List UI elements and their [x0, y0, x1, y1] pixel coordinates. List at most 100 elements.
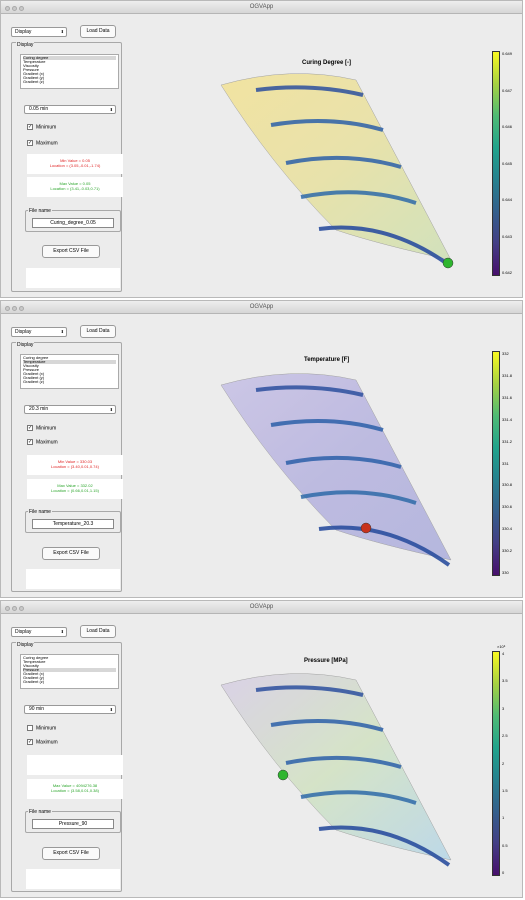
close-window-icon[interactable]	[5, 606, 10, 611]
window-titlebar: OGVApp	[1, 1, 522, 14]
min-value-box: Min Value = 330.03 Location = (3.40,0.01,…	[27, 455, 123, 475]
colorbar-tick-label: 330.6	[502, 504, 513, 510]
display-dropdown-label: Display	[15, 329, 32, 335]
minimum-checkbox[interactable]: ✓ Minimum	[27, 124, 56, 131]
file-name-label: File name	[28, 809, 52, 815]
extremum-marker[interactable]	[442, 257, 454, 269]
window-title: OGVApp	[249, 4, 274, 10]
colorbar-tick-label: 0.644	[502, 197, 513, 202]
display-dropdown[interactable]: Display ⬍	[11, 327, 67, 337]
checkbox-box[interactable]: ✓	[27, 425, 33, 431]
window-title: OGVApp	[249, 604, 274, 610]
file-name-input[interactable]: Pressure_90	[32, 819, 114, 829]
colorbar-tick-label: 0.5	[502, 842, 508, 848]
zoom-window-icon[interactable]	[19, 306, 24, 311]
extremum-marker[interactable]	[360, 522, 372, 534]
checkbox-box[interactable]: ✓	[27, 124, 33, 130]
zoom-window-icon[interactable]	[19, 6, 24, 11]
load-data-button[interactable]: Load Data	[80, 25, 116, 38]
variable-listbox[interactable]: Curing degree Temperature Viscosity Pressur…	[20, 54, 119, 89]
maximum-checkbox[interactable]: ✓ Maximum	[27, 739, 58, 746]
load-data-button[interactable]: Load Data	[80, 625, 116, 638]
export-csv-button[interactable]: Export CSV File	[42, 847, 100, 860]
time-dropdown[interactable]: 90 min ⬍	[24, 705, 116, 714]
checkbox-box[interactable]: ✓	[27, 140, 33, 146]
file-name-input[interactable]: Curing_degree_0.05	[32, 218, 114, 228]
maximum-label: Maximum	[36, 140, 58, 147]
checkbox-box[interactable]	[27, 725, 33, 731]
colorbar-tick-label: 0.647	[502, 87, 513, 93]
colorbar-tick-label: 0.645	[502, 160, 513, 166]
time-dropdown-label: 0.05 min	[29, 106, 49, 112]
display-panel: Display Curing degree Temperature Viscosity…	[11, 642, 123, 892]
app-window: OGVApp Display ⬍ Load Data Display Curing deg…	[0, 0, 523, 298]
export-csv-button[interactable]: Export CSV File	[42, 547, 100, 560]
colorbar-tick-label: 331.6	[502, 394, 513, 400]
max-value-box: Max Value = 332.02 Location = (0.66,0.01,…	[27, 479, 123, 499]
time-dropdown[interactable]: 0.05 min ⬍	[24, 105, 116, 114]
window-title: OGVApp	[249, 304, 274, 310]
close-window-icon[interactable]	[5, 6, 10, 11]
colorbar	[492, 651, 500, 876]
minimum-checkbox[interactable]: ✓ Minimum	[27, 425, 56, 432]
surface-plot-svg[interactable]	[151, 15, 481, 295]
maximum-label: Maximum	[36, 439, 58, 446]
colorbar-tick-label: 331.8	[502, 372, 513, 378]
window-controls	[5, 304, 26, 316]
surface-plot-svg[interactable]	[151, 615, 481, 895]
minimum-label: Minimum	[36, 725, 57, 732]
surface-plot[interactable]	[151, 15, 481, 295]
time-dropdown[interactable]: 20.3 min ⬍	[24, 405, 116, 414]
window-titlebar: OGVApp	[1, 301, 522, 314]
surface-sheet	[220, 73, 452, 261]
time-dropdown-label: 20.3 min	[29, 406, 49, 412]
display-panel: Display Curing degree Temperature Viscosity…	[11, 42, 123, 292]
colorbar-tick-label: 330.8	[502, 482, 513, 488]
display-panel-label: Display	[16, 42, 35, 48]
list-item[interactable]: Gradient (z)	[23, 80, 116, 84]
window-controls	[5, 604, 26, 616]
close-window-icon[interactable]	[5, 306, 10, 311]
checkbox-box[interactable]: ✓	[27, 739, 33, 745]
colorbar-tick-label: 3.5	[502, 678, 508, 684]
load-data-button[interactable]: Load Data	[80, 325, 116, 338]
minimum-checkbox[interactable]: Minimum	[27, 725, 56, 732]
list-item[interactable]: Gradient (z)	[23, 380, 116, 384]
file-name-group: File name Pressure_90	[25, 809, 121, 833]
app-window: OGVApp Display ⬍ Load Data Display Curing deg…	[0, 600, 523, 898]
display-panel-label: Display	[16, 642, 35, 648]
colorbar-exponent: ×10⁶	[497, 644, 506, 649]
zoom-window-icon[interactable]	[19, 606, 24, 611]
display-dropdown[interactable]: Display ⬍	[11, 627, 67, 637]
colorbar-tick-label: 1.5	[502, 787, 508, 793]
minimize-window-icon[interactable]	[12, 306, 17, 311]
minimize-window-icon[interactable]	[12, 6, 17, 11]
variable-listbox[interactable]: Curing degree Temperature Viscosity Pressur…	[20, 354, 119, 389]
file-name-input[interactable]: Temperature_20.3	[32, 519, 114, 529]
maximum-checkbox[interactable]: ✓ Maximum	[27, 140, 58, 147]
colorbar-tick-label: 0	[502, 870, 505, 875]
surface-plot[interactable]	[151, 615, 481, 895]
export-csv-button[interactable]: Export CSV File	[42, 245, 100, 258]
app-window: OGVApp Display ⬍ Load Data Display Curing deg…	[0, 300, 523, 598]
colorbar	[492, 51, 500, 276]
minimize-window-icon[interactable]	[12, 606, 17, 611]
chevron-updown-icon: ⬍	[109, 107, 113, 112]
window-controls	[5, 4, 26, 16]
maximum-checkbox[interactable]: ✓ Maximum	[27, 439, 58, 446]
surface-plot-svg[interactable]	[151, 315, 481, 595]
list-item[interactable]: Gradient (z)	[23, 680, 116, 684]
colorbar-tick-label: 331	[502, 460, 509, 466]
surface-sheet	[220, 373, 452, 561]
maximum-label: Maximum	[36, 739, 58, 746]
extremum-marker[interactable]	[277, 769, 289, 781]
variable-listbox[interactable]: Curing degree Temperature Viscosity Pressur…	[20, 654, 119, 689]
colorbar-tick-label: 0.643	[502, 233, 513, 239]
colorbar-tick-label: 0.646	[502, 124, 513, 129]
surface-plot[interactable]	[151, 315, 481, 595]
chevron-updown-icon: ⬍	[109, 407, 113, 412]
status-area	[26, 268, 120, 288]
checkbox-box[interactable]: ✓	[27, 439, 33, 445]
display-dropdown[interactable]: Display ⬍	[11, 27, 67, 37]
max-location-text: Location = (0.66,0.01,1.15)	[51, 488, 99, 493]
